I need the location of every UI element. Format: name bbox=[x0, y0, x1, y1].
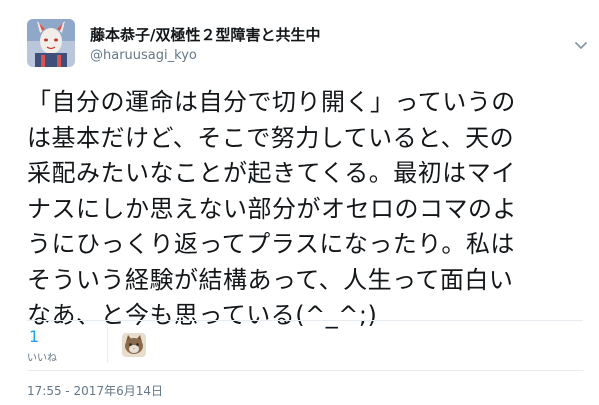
tweet-text-line: ナスにしか思えない部分がオセロのコマのよ bbox=[27, 194, 517, 223]
user-avatar[interactable] bbox=[27, 19, 75, 67]
tweet-text-line: 「自分の運命は自分で切り開く」っていうの bbox=[27, 88, 516, 116]
tweet-menu-button[interactable] bbox=[572, 36, 590, 54]
liker-avatar[interactable] bbox=[122, 333, 146, 357]
tweet-text-line: は基本だけど、そこで努力していると、天の bbox=[27, 123, 515, 152]
likes-count: 1 bbox=[29, 327, 40, 346]
likes-label: いいね bbox=[27, 353, 57, 364]
stat-separator bbox=[107, 327, 108, 363]
divider-bottom bbox=[27, 370, 583, 371]
tweet-text-line: うにひっくり返ってプラスになったり。私は bbox=[27, 230, 515, 258]
chevron-down-icon bbox=[575, 42, 587, 49]
tweet-timestamp[interactable]: 17:55 - 2017年6月14日 bbox=[27, 382, 163, 399]
tweet-text-line: なあ、と今も思っている(^_^;) bbox=[27, 301, 378, 329]
likes-stat[interactable]: 1 いいね bbox=[27, 325, 107, 365]
tweet-card: 藤本恭子/双極性２型障害と共生中 @haruusagi_kyo 「自分の運命は自… bbox=[0, 0, 599, 405]
cat-avatar-icon bbox=[122, 333, 146, 357]
author-handle[interactable]: @haruusagi_kyo bbox=[90, 48, 197, 63]
tweet-text: 「自分の運命は自分で切り開く」っていうの は基本だけど、そこで努力していると、天… bbox=[27, 85, 583, 334]
tweet-text-line: 采配みたいなことが起きてくる。最初はマイ bbox=[27, 159, 516, 187]
divider-top bbox=[27, 320, 583, 321]
author-display-name[interactable]: 藤本恭子/双極性２型障害と共生中 bbox=[90, 24, 320, 45]
user-avatar-icon bbox=[27, 19, 75, 67]
tweet-text-line: そういう経験が結構あって、人生って面白い bbox=[27, 265, 514, 294]
